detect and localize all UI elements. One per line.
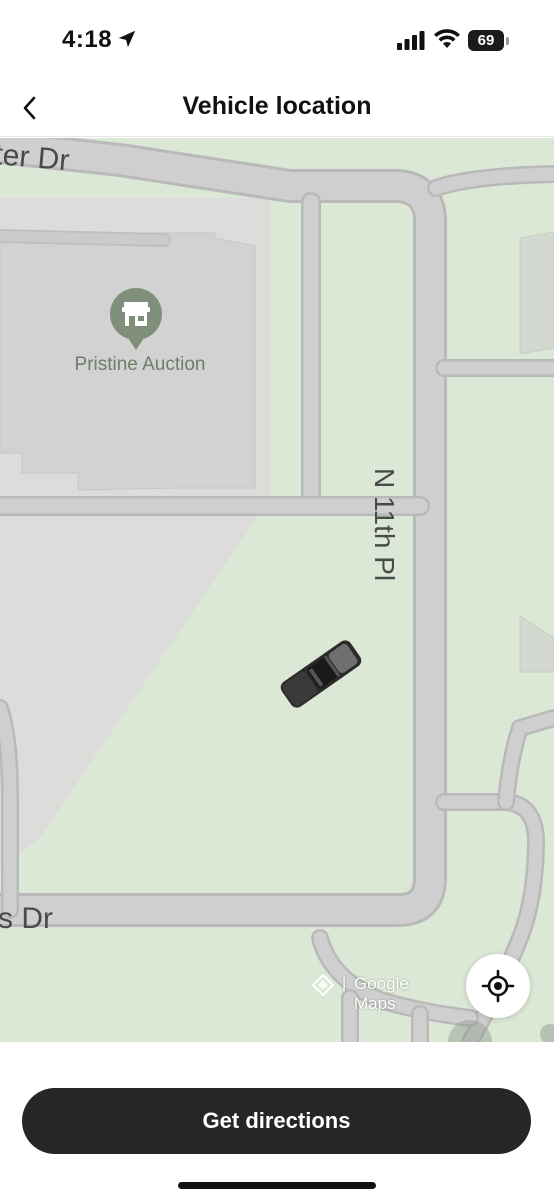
crosshair-icon [481,969,515,1003]
street-label-11th: N 11th Pl [369,468,400,582]
status-bar: 4:18 69 [0,0,554,80]
map-view[interactable]: ter Dr s Dr N 11th Pl Pristine Auction |… [0,138,554,1042]
battery-level: 69 [477,32,495,49]
street-label-bottom: s Dr [0,902,53,935]
get-directions-button[interactable]: Get directions [22,1088,531,1154]
google-maps-logo-icon [312,974,334,996]
header: Vehicle location [0,80,554,137]
car-icon[interactable] [276,638,366,710]
wifi-icon [434,29,460,48]
status-time: 4:18 [62,26,113,53]
map-attribution: | Google Maps [312,974,452,1013]
page-title: Vehicle location [182,92,372,120]
home-indicator[interactable] [178,1182,376,1189]
street-label-top: ter Dr [0,138,71,178]
recenter-button[interactable] [466,954,530,1018]
store-icon [110,288,162,350]
poi-label: Pristine Auction [74,354,206,375]
signal-icon [397,31,425,50]
location-arrow-icon [118,30,136,48]
map-base [0,138,554,1042]
battery-icon: 69 [468,30,510,52]
attribution-text: Google Maps [354,974,409,1013]
bottom-bar: Get directions [0,1042,554,1200]
